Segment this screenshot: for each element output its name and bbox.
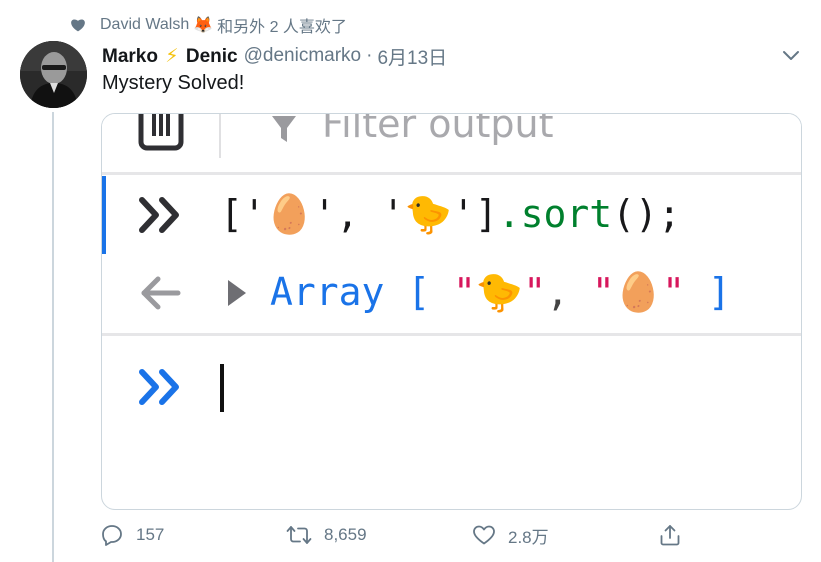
display-name-first[interactable]: Marko: [102, 46, 158, 67]
reply-button[interactable]: 157: [100, 520, 164, 550]
output-quote-1: ": [453, 270, 476, 314]
code-close: ']: [451, 192, 498, 236]
toolbar-divider: [219, 114, 221, 158]
console-output-row: Array [ " 🐤 " , " 🥚 " ]: [102, 254, 801, 330]
code-open: [': [220, 192, 266, 236]
prompt-icon: [138, 368, 184, 411]
code-end: ();: [612, 192, 681, 236]
output-quote-2: ": [523, 270, 547, 314]
console-input-row: [' 🥚 ', ' 🐤 '] .sort ();: [102, 176, 801, 254]
trash-icon[interactable]: [138, 114, 184, 157]
separator: ·: [366, 45, 373, 66]
like-count: 2.8万: [508, 527, 549, 547]
bolt-emoji: ⚡: [165, 45, 179, 67]
share-icon: [660, 525, 680, 546]
chevron-down-icon: [783, 51, 799, 60]
like-icon: [473, 525, 495, 545]
social-context-suffix: 和另外 2 人喜欢了: [217, 19, 347, 36]
social-context: David Walsh 🦊 和另外 2 人喜欢了: [70, 14, 347, 36]
retweet-count: 8,659: [324, 525, 367, 544]
output-chick-emoji: 🐤: [475, 269, 524, 314]
code-method: .sort: [497, 192, 613, 236]
egg-emoji: 🥚: [265, 191, 314, 236]
avatar[interactable]: [20, 41, 87, 108]
display-name[interactable]: Marko ⚡ Denic: [102, 45, 238, 68]
tweet-date[interactable]: 6月13日: [377, 43, 447, 70]
output-comma: ,: [546, 270, 592, 314]
toolbar-border: [102, 172, 801, 175]
code-mid: ', ': [313, 192, 405, 236]
console-input-code: [' 🥚 ', ' 🐤 '] .sort ();: [220, 190, 681, 238]
console-toolbar: Filter output: [102, 114, 801, 171]
share-button[interactable]: [658, 520, 682, 550]
tweet-header: Marko ⚡ Denic @denicmarko · 6月13日: [102, 42, 447, 70]
social-context-text[interactable]: David Walsh 🦊 和另外 2 人喜欢了: [100, 13, 347, 37]
like-button[interactable]: 2.8万: [472, 520, 549, 550]
input-accent-bar: [102, 176, 106, 254]
reply-count: 157: [136, 525, 165, 544]
user-handle[interactable]: @denicmarko: [244, 45, 362, 67]
social-context-user[interactable]: David Walsh: [100, 16, 189, 34]
console-output-value[interactable]: Array [ " 🐤 " , " 🥚 " ]: [270, 268, 731, 316]
output-close: ]: [685, 270, 731, 314]
more-options-button[interactable]: [778, 46, 804, 66]
filter-output-input[interactable]: Filter output: [322, 114, 554, 146]
console-prompt-row[interactable]: [102, 336, 801, 436]
reply-icon: [102, 525, 122, 546]
filter-icon: [270, 116, 298, 149]
tweet-media[interactable]: Filter output [' 🥚 ', ' 🐤 '] .sort (); A…: [101, 113, 802, 510]
chick-emoji: 🐤: [404, 191, 452, 236]
heart-icon: [70, 17, 86, 33]
output-type: Array: [270, 270, 385, 314]
output-egg-emoji: 🥚: [614, 269, 663, 314]
return-arrow-icon: [140, 276, 182, 315]
output-open: [: [384, 270, 454, 314]
expand-triangle-icon[interactable]: [226, 278, 248, 313]
output-quote-3: ": [591, 270, 615, 314]
tweet-actions: 157 8,659 2.8万: [100, 520, 690, 550]
fox-emoji: 🦊: [193, 17, 214, 34]
thread-line: [52, 112, 54, 562]
tweet-text: Mystery Solved!: [102, 72, 245, 94]
retweet-icon: [286, 526, 312, 544]
output-quote-4: ": [662, 270, 686, 314]
retweet-button[interactable]: 8,659: [286, 520, 367, 550]
display-name-last[interactable]: Denic: [186, 46, 238, 67]
text-caret: [220, 364, 224, 412]
prompt-icon: [138, 196, 184, 239]
